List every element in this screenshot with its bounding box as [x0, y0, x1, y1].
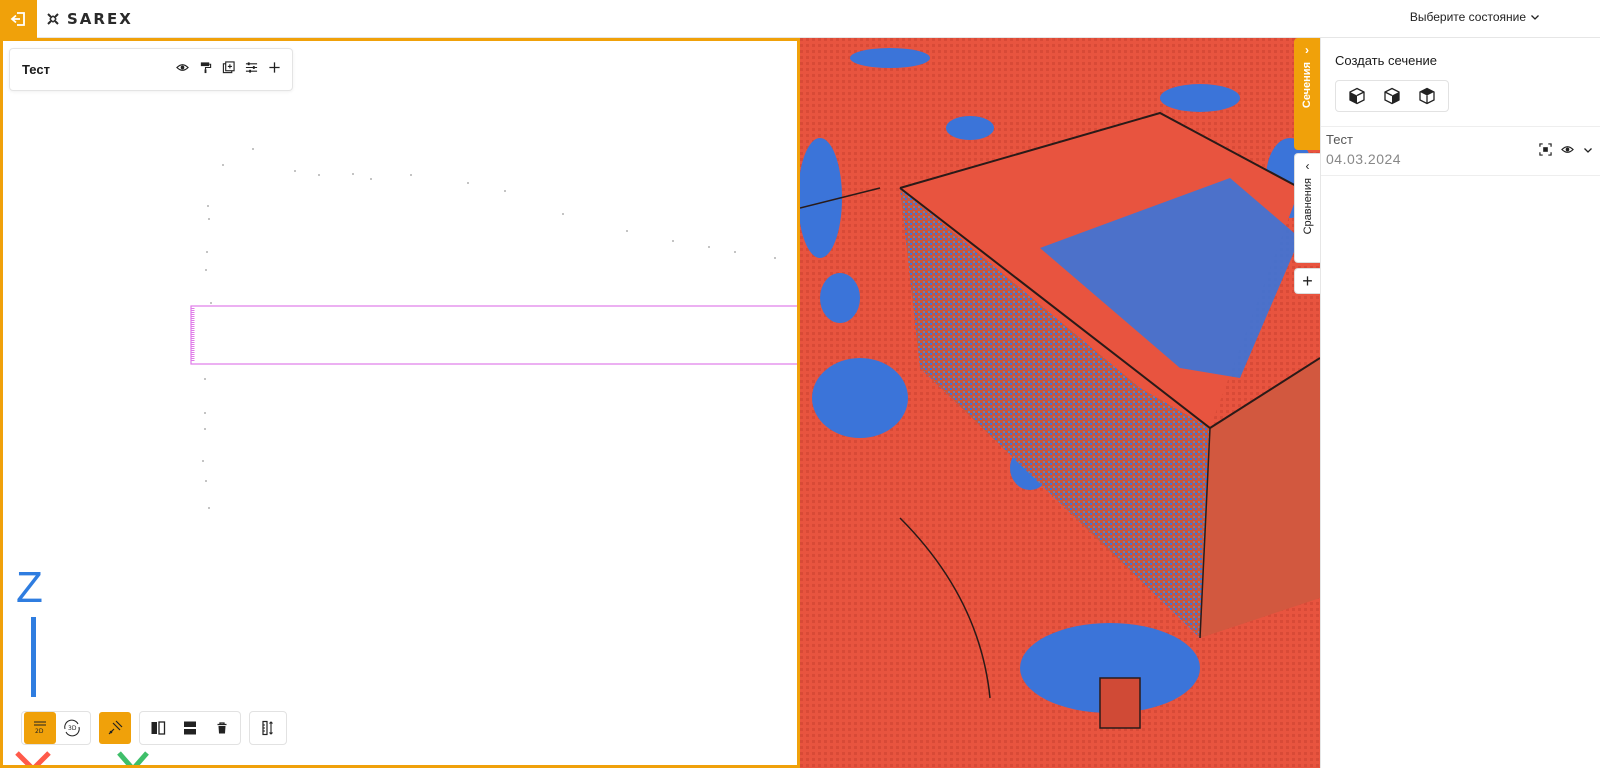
- eye-icon[interactable]: [1561, 143, 1574, 156]
- delete-button[interactable]: [206, 712, 238, 744]
- chevron-down-icon: [1531, 15, 1539, 20]
- section-actions: [1539, 143, 1593, 156]
- view-2d-icon: 2D: [34, 721, 46, 735]
- trash-icon: [217, 722, 227, 734]
- split-vertical-button[interactable]: [142, 712, 174, 744]
- satellite-tool-button[interactable]: [99, 712, 131, 744]
- paint-roller-icon[interactable]: [198, 60, 213, 75]
- mode-2d-button[interactable]: 2D: [24, 712, 56, 744]
- split-horizontal-icon: [184, 721, 196, 735]
- state-select[interactable]: Выберите состояние: [1410, 10, 1540, 24]
- plus-icon[interactable]: [267, 60, 282, 75]
- exit-button[interactable]: [0, 0, 37, 38]
- layout-group: [139, 711, 241, 745]
- measure-group: [249, 711, 287, 745]
- sliders-icon[interactable]: [244, 60, 259, 75]
- app-logo: SAREX: [46, 10, 133, 28]
- tab-compare[interactable]: ‹ Сравнения: [1294, 153, 1320, 263]
- height-measure-icon: [262, 720, 273, 736]
- pointcloud-3d-viewport[interactable]: [800, 38, 1320, 768]
- sections-panel: Создать сечение Тест 04.03.2024: [1320, 38, 1600, 768]
- section-list-item[interactable]: Тест 04.03.2024: [1321, 126, 1600, 176]
- cube-right-icon: [1384, 87, 1400, 105]
- layer-name: Тест: [22, 62, 50, 77]
- section-box-button[interactable]: [1344, 83, 1370, 109]
- panel-title: Создать сечение: [1335, 53, 1437, 68]
- view-mode-group: 2D 3D: [21, 711, 91, 745]
- section-type-group: [1335, 80, 1449, 112]
- section-plane-button[interactable]: [1379, 83, 1405, 109]
- exit-icon: [10, 12, 25, 26]
- layer-card: Тест: [9, 48, 293, 91]
- image-add-icon[interactable]: [221, 60, 236, 75]
- satellite-group: [99, 711, 131, 745]
- svg-text:2D: 2D: [35, 728, 44, 735]
- cube-top-icon: [1418, 87, 1435, 105]
- state-select-value: Выберите состояние: [1409, 10, 1526, 24]
- pointcloud-render: [800, 38, 1320, 768]
- logo-text: SAREX: [67, 10, 133, 28]
- eye-icon[interactable]: [175, 60, 190, 75]
- satellite-icon: [108, 720, 123, 735]
- svg-text:3D: 3D: [68, 725, 77, 732]
- tab-sections[interactable]: › Сечения: [1294, 38, 1320, 150]
- tab-sections-label: Сечения: [1301, 62, 1313, 109]
- plus-icon: +: [1302, 270, 1313, 291]
- axis-z-label: Z: [16, 563, 43, 612]
- section-date: 04.03.2024: [1326, 151, 1402, 167]
- logo-mark-icon: [47, 13, 59, 25]
- tab-compare-label: Сравнения: [1301, 178, 1314, 235]
- cube-left-icon: [1349, 87, 1365, 105]
- mode-3d-button[interactable]: 3D: [56, 712, 88, 744]
- section-2d-viewport[interactable]: Тест Z 2D 3D: [0, 38, 800, 768]
- height-measure-button[interactable]: [252, 712, 284, 744]
- split-vertical-icon: [151, 721, 166, 735]
- bottom-toolbar: 2D 3D: [21, 711, 287, 745]
- chevron-down-icon[interactable]: [1583, 145, 1593, 155]
- layer-tools: [175, 60, 282, 75]
- view-3d-icon: 3D: [64, 719, 80, 737]
- top-bar: SAREX Выберите состояние: [0, 0, 1600, 38]
- chevron-right-icon: ›: [1305, 43, 1309, 57]
- section-name: Тест: [1326, 132, 1353, 147]
- focus-icon[interactable]: [1539, 143, 1552, 156]
- chevron-left-icon: ‹: [1305, 159, 1310, 173]
- section-top-button[interactable]: [1414, 83, 1440, 109]
- split-horizontal-button[interactable]: [174, 712, 206, 744]
- add-tab-button[interactable]: +: [1294, 268, 1320, 294]
